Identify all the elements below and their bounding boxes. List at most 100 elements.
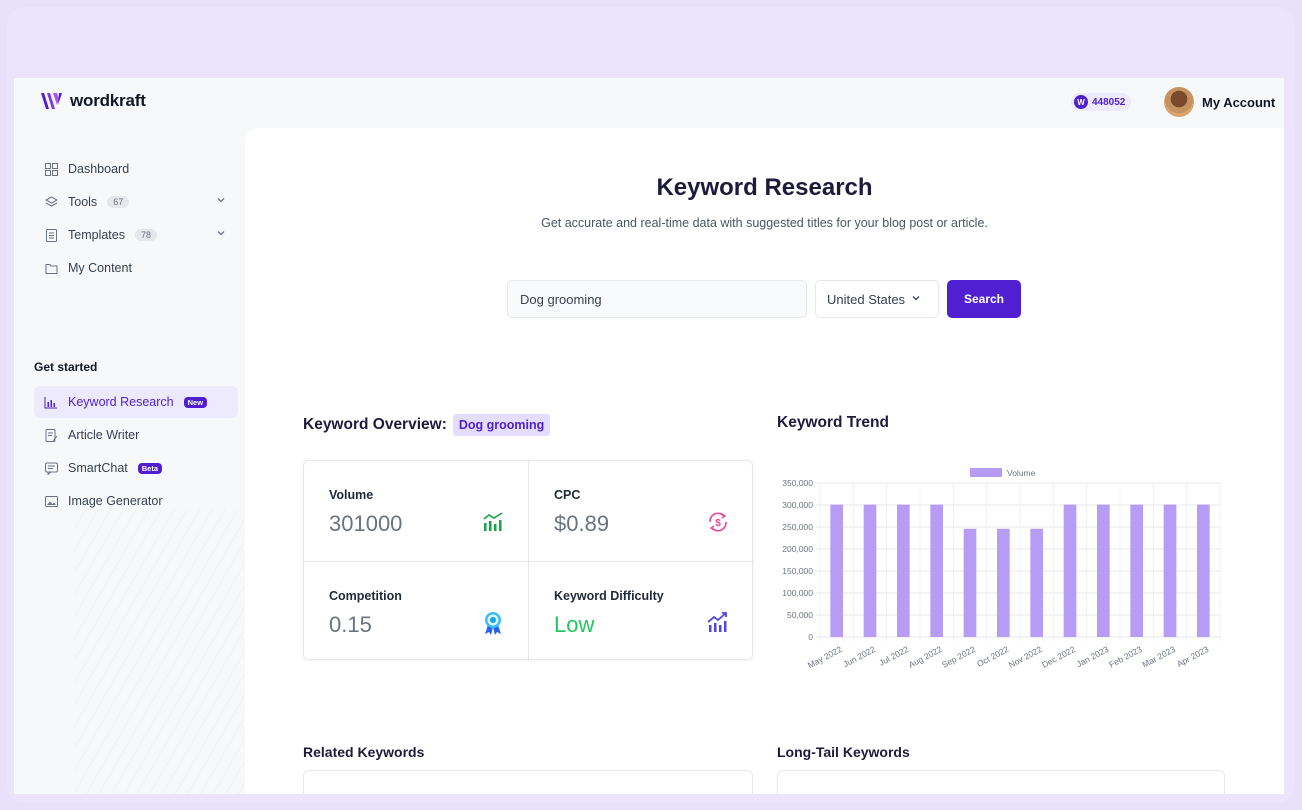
chart-bar [1030, 528, 1043, 637]
x-tick-label: Dec 2022 [1040, 644, 1077, 670]
y-tick-label: 150,000 [782, 566, 813, 576]
tools-count-badge: 67 [107, 196, 130, 208]
chart-bar [1063, 504, 1077, 637]
sidebar-item-dashboard[interactable]: Dashboard [34, 153, 238, 185]
sidebar-item-article-writer[interactable]: Article Writer [34, 419, 238, 451]
volume-value: 301000 [329, 511, 403, 536]
chart-bar [963, 528, 977, 637]
sidebar-item-label: SmartChat [68, 461, 128, 475]
grid-icon [44, 162, 58, 176]
chart-bar [1197, 504, 1210, 637]
logo[interactable]: wordkraft [40, 91, 146, 111]
y-tick-label: 100,000 [782, 588, 813, 598]
folder-icon [44, 261, 58, 275]
x-tick-label: Oct 2022 [975, 644, 1010, 669]
document-icon [44, 228, 58, 242]
trend-up-icon [707, 612, 727, 632]
long-tail-keywords-heading: Long-Tail Keywords [777, 744, 910, 760]
sidebar-item-templates[interactable]: Templates 78 [34, 219, 238, 251]
legend-swatch [970, 468, 1002, 477]
chart-bar [997, 528, 1010, 637]
sidebar-item-label: Article Writer [68, 428, 140, 442]
sidebar-item-smartchat[interactable]: SmartChat Beta [34, 452, 238, 484]
competition-metric: Competition 0.15 [304, 562, 528, 662]
account-menu[interactable]: My Account [1164, 87, 1275, 117]
overview-keyword-chip: Dog grooming [452, 414, 551, 436]
dollar-cycle-icon: $ [709, 512, 727, 532]
chevron-down-icon[interactable] [216, 228, 228, 240]
x-tick-label: Aug 2022 [907, 644, 944, 670]
chart-bar [930, 504, 943, 637]
sidebar-item-label: My Content [68, 261, 132, 275]
country-select[interactable]: United States [815, 280, 939, 318]
sidebar-item-label: Tools [68, 195, 98, 209]
sidebar-item-label: Templates [68, 228, 125, 242]
sidebar-item-tools[interactable]: Tools 67 [34, 186, 238, 218]
volume-metric: Volume 301000 [304, 461, 528, 561]
award-badge-icon [485, 612, 501, 635]
keyword-trend-chart: 0 50,000 100,000 150,000 200,000 250,000 300,0… [765, 460, 1235, 695]
top-bar: wordkraft W 448052 My Account [14, 78, 1284, 128]
cpc-metric: CPC $0.89 $ [529, 461, 753, 561]
legend-label: Volume [1007, 468, 1036, 478]
related-keywords-heading: Related Keywords [303, 744, 425, 760]
x-tick-label: Jan 2023 [1075, 644, 1111, 669]
difficulty-value: Low [554, 612, 595, 637]
x-tick-label: May 2022 [806, 644, 844, 670]
account-label: My Account [1202, 94, 1276, 110]
cpc-value: $0.89 [554, 511, 610, 536]
search-button[interactable]: Search [947, 280, 1021, 318]
beta-badge: Beta [137, 462, 163, 474]
bar-chart-icon [483, 512, 503, 531]
chart-bar [863, 504, 877, 637]
chat-icon [44, 461, 58, 475]
sidebar-item-keyword-research[interactable]: Keyword Research New [34, 386, 238, 418]
new-badge: New [183, 396, 208, 408]
x-tick-label: Mar 2023 [1141, 644, 1178, 670]
sidebar-item-label: Dashboard [68, 162, 130, 176]
x-tick-label: Jun 2022 [841, 644, 877, 669]
x-tick-label: Feb 2023 [1107, 644, 1144, 670]
credits-value: 448052 [1092, 96, 1126, 108]
image-icon [44, 494, 58, 508]
y-tick-label: 50,000 [787, 610, 813, 620]
y-tick-label: 300,000 [782, 500, 813, 510]
sidebar-item-image-generator[interactable]: Image Generator [34, 485, 238, 517]
pen-doc-icon [44, 428, 58, 442]
competition-value: 0.15 [329, 612, 372, 637]
chevron-down-icon[interactable] [216, 195, 228, 207]
keyword-trend-heading: Keyword Trend [777, 414, 889, 431]
related-keywords-panel [303, 770, 753, 794]
svg-text:$: $ [715, 518, 721, 529]
metrics-card: Volume 301000 CPC $0.89 $ Competition 0.… [303, 460, 754, 662]
chart-bar [1097, 504, 1110, 637]
sidebar-item-label: Image Generator [68, 494, 163, 508]
templates-count-badge: 78 [134, 229, 157, 241]
section-label-get-started: Get started [34, 360, 98, 374]
chart-bar [897, 504, 910, 637]
y-tick-label: 250,000 [782, 522, 813, 532]
y-tick-label: 350,000 [782, 478, 813, 488]
sidebar-decoration [74, 508, 244, 794]
chart-icon [44, 395, 58, 409]
sidebar-item-label: Keyword Research [68, 395, 174, 409]
keyword-overview-heading: Keyword Overview: Dog grooming [303, 414, 551, 436]
x-tick-label: Jul 2022 [877, 644, 910, 668]
layers-icon [44, 195, 58, 209]
credits-coin-icon: W [1074, 95, 1088, 109]
credits-badge[interactable]: W 448052 [1071, 93, 1132, 111]
y-tick-label: 0 [808, 632, 813, 642]
sidebar-item-my-content[interactable]: My Content [34, 252, 238, 284]
sidebar: Dashboard Tools 67 Templates 78 My Conte… [14, 128, 244, 794]
brand-name: wordkraft [70, 91, 146, 110]
avatar [1164, 87, 1194, 117]
y-tick-label: 200,000 [782, 544, 813, 554]
x-tick-label: Nov 2022 [1007, 644, 1044, 670]
cpc-label: CPC [554, 488, 581, 502]
x-tick-label: Apr 2023 [1175, 644, 1210, 669]
logo-mark-icon [41, 93, 62, 109]
difficulty-metric: Keyword Difficulty Low [529, 562, 753, 662]
overview-label: Keyword Overview: [303, 416, 447, 433]
keyword-search-input[interactable] [507, 280, 807, 318]
long-tail-keywords-panel [777, 770, 1225, 794]
